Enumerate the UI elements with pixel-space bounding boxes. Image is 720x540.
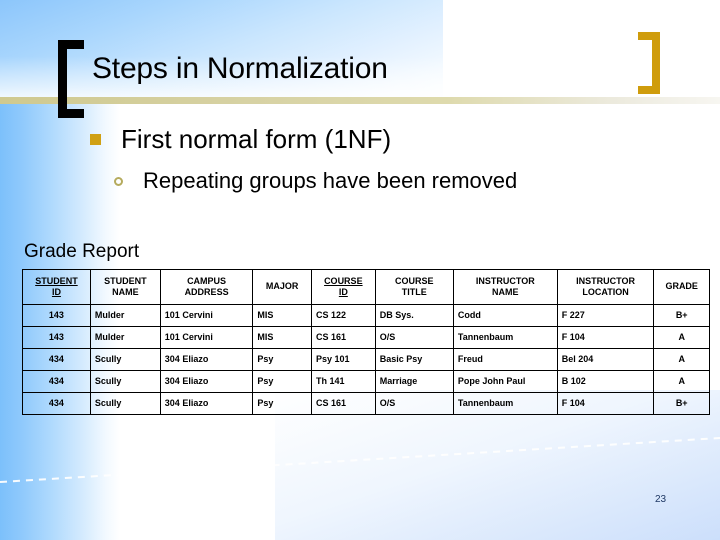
table-cell: 304 Eliazo xyxy=(159,392,254,415)
table-cell: 101 Cervini xyxy=(159,304,254,327)
dashed-diagonal-line xyxy=(0,437,720,483)
bullet-item-level1: First normal form (1NF) xyxy=(90,124,391,155)
column-header-1: STUDENT NAME xyxy=(89,269,161,305)
column-header-line2: ID xyxy=(338,287,348,297)
table-row: 434 Scully 304 Eliazo Psy Th 141 Marriage Pope… xyxy=(22,370,710,393)
table-cell: Pope John Paul xyxy=(452,370,558,393)
table-cell: CS 122 xyxy=(310,304,376,327)
table-cell: Psy 101 xyxy=(310,348,376,371)
circle-bullet-icon xyxy=(114,176,123,186)
table-header-row: STUDENT ID STUDENT NAME CAMPUS ADDRESS MAJOR CO… xyxy=(22,269,710,305)
table-cell: 101 Cervini xyxy=(159,326,254,349)
table-cell: MIS xyxy=(252,304,312,327)
table-cell: Basic Psy xyxy=(374,348,454,371)
table-cell: Psy xyxy=(252,348,312,371)
table-header: STUDENT ID STUDENT NAME CAMPUS ADDRESS MAJOR CO… xyxy=(22,269,710,305)
table-cell: B 102 xyxy=(556,370,655,393)
table-cell: 304 Eliazo xyxy=(159,348,254,371)
table-cell: Psy xyxy=(252,392,312,415)
column-header-7: INSTRUCTOR LOCATION xyxy=(556,269,655,305)
table-cell: Psy xyxy=(252,370,312,393)
column-header-8: GRADE xyxy=(653,269,710,305)
table-cell: 434 xyxy=(22,370,91,393)
table-cell: CS 161 xyxy=(310,392,376,415)
table-cell: 434 xyxy=(22,392,91,415)
table-cell: CS 161 xyxy=(310,326,376,349)
table-row: 143 Mulder 101 Cervini MIS CS 122 DB Sys. Codd… xyxy=(22,304,710,327)
table-cell: Codd xyxy=(452,304,558,327)
table-cell: MIS xyxy=(252,326,312,349)
table-cell: F 104 xyxy=(556,392,655,415)
table-cell: Scully xyxy=(89,392,161,415)
table-cell: 304 Eliazo xyxy=(159,370,254,393)
right-bracket-decoration xyxy=(638,32,660,94)
table-cell: 143 xyxy=(22,326,91,349)
table-cell: B+ xyxy=(653,392,710,415)
column-header-line2: LOCATION xyxy=(582,287,629,297)
table-cell: DB Sys. xyxy=(374,304,454,327)
bullet-level1-label: First normal form (1NF) xyxy=(121,124,392,154)
column-header-5: COURSE TITLE xyxy=(374,269,454,305)
table-cell: B+ xyxy=(653,304,710,327)
table-cell: F 104 xyxy=(556,326,655,349)
column-header-2: CAMPUS ADDRESS xyxy=(159,269,254,305)
table-cell: Marriage xyxy=(374,370,454,393)
table-cell: F 227 xyxy=(556,304,655,327)
table-cell: 434 xyxy=(22,348,91,371)
bullet-level2-label: Repeating groups have been removed xyxy=(143,168,518,193)
table-cell: A xyxy=(653,370,710,393)
column-header-line2: ID xyxy=(51,287,61,297)
table-cell: Freud xyxy=(452,348,558,371)
left-bracket-decoration xyxy=(58,40,84,118)
table-row: 434 Scully 304 Eliazo Psy Psy 101 Basic Psy Fr… xyxy=(22,348,710,371)
column-header-line1: MAJOR xyxy=(265,281,299,292)
column-header-3: MAJOR xyxy=(252,269,312,305)
table-body: 143 Mulder 101 Cervini MIS CS 122 DB Sys. Codd… xyxy=(22,304,710,415)
square-bullet-icon xyxy=(90,134,101,145)
column-header-line2: TITLE xyxy=(401,287,427,297)
table-cell: Scully xyxy=(89,370,161,393)
table-cell: A xyxy=(653,348,710,371)
table-cell: A xyxy=(653,326,710,349)
bullet-item-level2: Repeating groups have been removed xyxy=(114,168,517,194)
column-header-line1: COURSE xyxy=(395,275,434,286)
column-header-line2: NAME xyxy=(492,287,519,297)
table-cell: Tannenbaum xyxy=(452,326,558,349)
column-header-line1: COURSE xyxy=(324,275,363,286)
column-header-6: INSTRUCTOR NAME xyxy=(452,269,558,305)
title-divider-rule xyxy=(0,97,720,104)
column-header-line1: CAMPUS xyxy=(187,275,227,286)
column-header-line1: INSTRUCTOR xyxy=(475,275,535,286)
column-header-line1: INSTRUCTOR xyxy=(576,275,635,286)
presentation-slide: Steps in Normalization First normal form… xyxy=(0,0,720,540)
grade-report-caption: Grade Report xyxy=(24,241,140,262)
column-header-line1: GRADE xyxy=(665,281,698,292)
table-cell: 143 xyxy=(22,304,91,327)
table-cell: Mulder xyxy=(89,304,161,327)
column-header-line2: ADDRESS xyxy=(184,287,229,297)
table-row: 434 Scully 304 Eliazo Psy CS 161 O/S Tannenbau… xyxy=(22,392,710,415)
grade-report-table-container: STUDENT ID STUDENT NAME CAMPUS ADDRESS MAJOR CO… xyxy=(22,269,710,415)
table-cell: Bel 204 xyxy=(556,348,655,371)
slide-title: Steps in Normalization xyxy=(92,52,388,85)
column-header-line1: STUDENT xyxy=(35,275,78,286)
table-cell: Scully xyxy=(89,348,161,371)
table-cell: Tannenbaum xyxy=(452,392,558,415)
table-row: 143 Mulder 101 Cervini MIS CS 161 O/S Tannenba… xyxy=(22,326,710,349)
table-cell: O/S xyxy=(374,392,454,415)
column-header-line2: NAME xyxy=(112,287,139,297)
table-cell: Th 141 xyxy=(310,370,376,393)
column-header-line1: STUDENT xyxy=(104,275,147,286)
table-cell: Mulder xyxy=(89,326,161,349)
grade-report-table: STUDENT ID STUDENT NAME CAMPUS ADDRESS MAJOR CO… xyxy=(22,269,710,415)
column-header-0: STUDENT ID xyxy=(22,269,91,305)
table-cell: O/S xyxy=(374,326,454,349)
slide-number: 23 xyxy=(655,494,667,505)
column-header-4: COURSE ID xyxy=(310,269,376,305)
